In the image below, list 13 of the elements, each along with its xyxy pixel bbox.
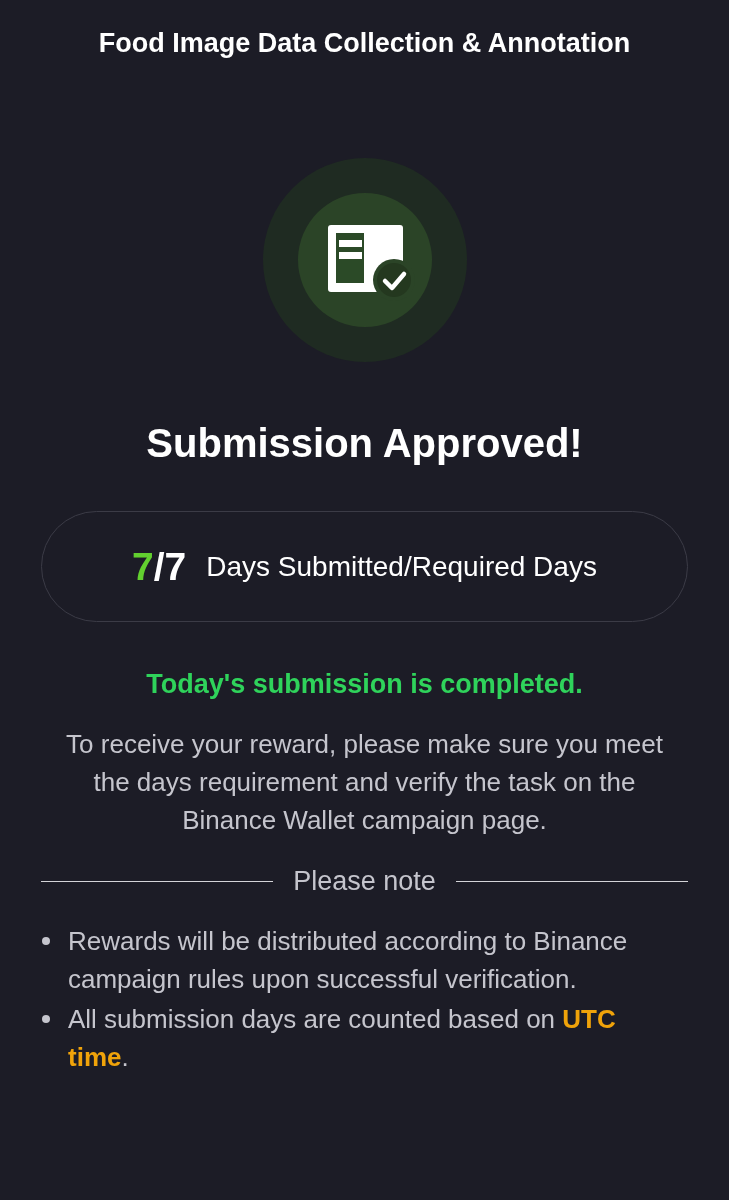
note-text: Rewards will be distributed according to Binance campaign rules upon successful verification. xyxy=(68,925,629,996)
notes-heading: Please note xyxy=(293,866,436,896)
required-days-count: /7 xyxy=(153,544,187,589)
reward-instructions: To receive your reward, please make sure you meet the days requirement and verify the task on the Binance Wallet campaign page. xyxy=(65,728,664,837)
document-check-icon xyxy=(262,158,467,362)
completion-message: Today's submission is completed. xyxy=(146,669,583,699)
submitted-days-count: 7 xyxy=(132,544,154,589)
bullet-icon xyxy=(42,937,50,945)
bullet-icon xyxy=(42,1015,50,1023)
approval-heading: Submission Approved! xyxy=(146,420,583,466)
note-text: All submission days are counted based on UTC time. xyxy=(68,1003,617,1074)
days-progress-label: Days Submitted/Required Days xyxy=(206,550,597,583)
page-title: Food Image Data Collection & Annotation xyxy=(98,28,631,58)
